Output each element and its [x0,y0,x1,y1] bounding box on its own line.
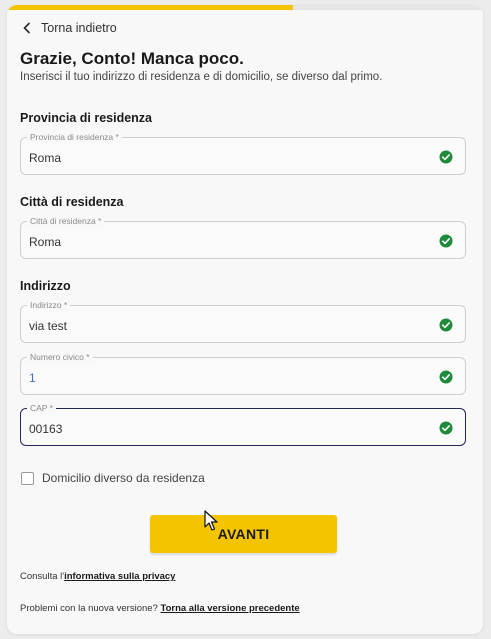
indirizzo-field[interactable]: Indirizzo * via test [20,300,466,343]
check-circle-icon [439,318,453,332]
check-circle-icon [439,421,453,435]
privacy-note: Consulta l'informativa sulla privacy [20,571,175,582]
back-link-label: Torna indietro [41,21,117,35]
chevron-left-icon [23,22,30,34]
civico-field-value: 1 [29,371,36,385]
domicilio-checkbox-label: Domicilio diverso da residenza [42,471,205,485]
domicilio-checkbox-row[interactable]: Domicilio diverso da residenza [21,471,205,485]
mouse-cursor-icon [204,510,218,531]
legacy-note: Problemi con la nuova versione? Torna al… [20,603,300,614]
check-circle-icon [439,150,453,164]
progress-fill [7,5,293,10]
civico-field-label: Numero civico * [27,352,93,363]
indirizzo-field-value: via test [29,319,68,333]
page-subtitle: Inserisci il tuo indirizzo di residenza … [20,71,383,83]
cap-field[interactable]: CAP * 00163 [20,403,466,446]
cap-field-label: CAP * [27,403,56,414]
legacy-version-link[interactable]: Torna alla versione precedente [160,603,299,614]
back-link[interactable]: Torna indietro [21,21,117,35]
civico-field[interactable]: Numero civico * 1 [20,352,466,395]
privacy-note-prefix: Consulta l' [20,571,65,582]
form-card: Torna indietro Grazie, Conto! Manca poco… [7,5,483,634]
provincia-field-label: Provincia di residenza * [27,132,122,143]
check-circle-icon [439,370,453,384]
section-title-indirizzo: Indirizzo [20,279,71,293]
progress-bar [7,5,483,10]
citta-field-label: Città di residenza * [27,216,105,227]
section-title-provincia: Provincia di residenza [20,111,152,125]
provincia-field[interactable]: Provincia di residenza * Roma [20,132,466,175]
cap-field-value: 00163 [29,422,63,436]
indirizzo-field-label: Indirizzo * [27,300,71,311]
provincia-field-value: Roma [29,151,62,165]
legacy-note-prefix: Problemi con la nuova versione? [20,603,161,614]
section-title-citta: Città di residenza [20,195,124,209]
page-title: Grazie, Conto! Manca poco. [20,49,244,68]
privacy-link[interactable]: informativa sulla privacy [64,571,175,582]
check-circle-icon [439,234,453,248]
citta-field-value: Roma [29,235,62,249]
domicilio-checkbox[interactable] [21,471,34,485]
avanti-button[interactable]: AVANTI [150,515,337,553]
citta-field[interactable]: Città di residenza * Roma [20,216,466,259]
